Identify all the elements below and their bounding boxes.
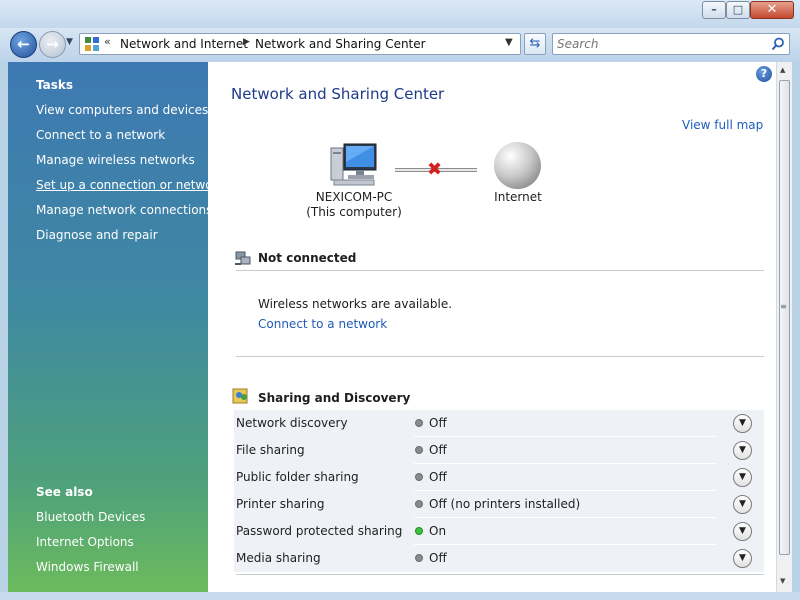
minimize-icon: –	[711, 3, 717, 16]
task-manage-wireless-networks[interactable]: Manage wireless networks	[36, 153, 195, 167]
status-off-icon	[415, 473, 423, 481]
table-row: Network discovery Off ▼	[234, 410, 764, 437]
task-pane: Tasks View computers and devices Connect…	[8, 62, 224, 592]
scroll-grip-icon: ≡	[780, 302, 787, 311]
sharing-settings-table: Network discovery Off ▼ File sharing Off…	[234, 410, 764, 572]
task-connect-to-a-network[interactable]: Connect to a network	[36, 128, 165, 142]
maximize-icon: □	[732, 3, 744, 16]
breadcrumb-network-and-internet[interactable]: Network and Internet	[120, 37, 248, 51]
expand-password-protected-sharing-button[interactable]: ▼	[733, 522, 752, 541]
sharing-icon	[232, 388, 248, 404]
control-panel-icon	[85, 37, 99, 51]
table-row: Printer sharing Off (no printers install…	[234, 491, 764, 518]
expand-media-sharing-button[interactable]: ▼	[733, 549, 752, 568]
status-on-icon	[415, 527, 423, 535]
page-title: Network and Sharing Center	[231, 85, 445, 103]
internet-label: Internet	[494, 190, 542, 204]
window-bottom-edge	[0, 592, 800, 600]
expand-public-folder-sharing-button[interactable]: ▼	[733, 468, 752, 487]
computer-icon	[330, 143, 377, 186]
divider	[236, 270, 764, 271]
connection-status-title: Not connected	[258, 251, 357, 265]
this-computer-label: NEXICOM-PC (This computer)	[298, 190, 410, 220]
setting-status: On	[429, 524, 447, 538]
setting-name: Network discovery	[236, 416, 348, 430]
breadcrumb-network-and-sharing-center[interactable]: Network and Sharing Center	[255, 37, 426, 51]
search-input[interactable]	[557, 36, 757, 52]
internet-globe-icon	[494, 142, 541, 189]
expand-network-discovery-button[interactable]: ▼	[733, 414, 752, 433]
table-row: Media sharing Off ▼	[234, 545, 764, 572]
forward-arrow-icon: →	[46, 35, 59, 53]
search-icon[interactable]	[771, 37, 785, 51]
task-manage-network-connections[interactable]: Manage network connections	[36, 203, 212, 217]
address-overflow-icon[interactable]: «	[104, 35, 111, 48]
address-dropdown-icon[interactable]: ▼	[505, 37, 513, 48]
expand-file-sharing-button[interactable]: ▼	[733, 441, 752, 460]
status-off-icon	[415, 554, 423, 562]
setting-status: Off	[429, 416, 447, 430]
task-view-computers-and-devices[interactable]: View computers and devices	[36, 103, 208, 117]
scroll-up-icon[interactable]: ▲	[780, 66, 785, 74]
setting-status: Off (no printers installed)	[429, 497, 581, 511]
wireless-available-text: Wireless networks are available.	[258, 297, 453, 311]
status-off-icon	[415, 446, 423, 454]
see-also-bluetooth-devices[interactable]: Bluetooth Devices	[36, 510, 145, 524]
status-off-icon	[415, 419, 423, 427]
status-off-icon	[415, 500, 423, 508]
view-full-map-link[interactable]: View full map	[682, 118, 763, 132]
scroll-down-icon[interactable]: ▼	[780, 577, 785, 585]
setting-name: Password protected sharing	[236, 524, 403, 538]
close-icon: ✕	[766, 2, 778, 17]
task-set-up-a-connection[interactable]: Set up a connection or network	[36, 178, 224, 192]
see-also-header: See also	[36, 485, 93, 499]
connect-to-network-link[interactable]: Connect to a network	[258, 317, 387, 331]
scrollbar-thumb[interactable]	[779, 80, 790, 555]
forward-button[interactable]: →	[39, 31, 66, 58]
divider	[236, 574, 764, 575]
table-row: File sharing Off ▼	[234, 437, 764, 464]
maximize-button[interactable]: □	[726, 1, 750, 19]
divider	[236, 356, 764, 357]
see-also-internet-options[interactable]: Internet Options	[36, 535, 134, 549]
title-bar: – □ ✕	[0, 0, 800, 28]
expand-printer-sharing-button[interactable]: ▼	[733, 495, 752, 514]
network-status-icon	[235, 251, 251, 265]
close-button[interactable]: ✕	[750, 1, 794, 19]
disconnected-x-icon[interactable]: ✖	[427, 159, 442, 180]
search-box[interactable]	[552, 33, 790, 55]
table-row: Public folder sharing Off ▼	[234, 464, 764, 491]
recent-pages-dropdown[interactable]: ▼	[66, 37, 76, 51]
setting-name: Media sharing	[236, 551, 321, 565]
back-arrow-icon: ←	[17, 35, 30, 53]
address-bar[interactable]: « Network and Internet ▶ Network and Sha…	[79, 33, 521, 55]
computer-name: NEXICOM-PC	[315, 190, 393, 204]
setting-name: Printer sharing	[236, 497, 325, 511]
breadcrumb-separator-icon: ▶	[243, 37, 250, 47]
setting-status: Off	[429, 470, 447, 484]
table-row: Password protected sharing On ▼	[234, 518, 764, 545]
setting-status: Off	[429, 551, 447, 565]
tasks-header: Tasks	[36, 78, 74, 92]
setting-name: File sharing	[236, 443, 305, 457]
setting-status: Off	[429, 443, 447, 457]
sharing-and-discovery-title: Sharing and Discovery	[258, 391, 411, 405]
navigation-bar: ← → ▼ « Network and Internet ▶ Network a…	[0, 28, 800, 62]
help-button[interactable]: ?	[756, 66, 772, 82]
see-also-windows-firewall[interactable]: Windows Firewall	[36, 560, 139, 574]
vertical-scrollbar[interactable]: ▲ ≡ ▼	[776, 62, 792, 592]
refresh-button[interactable]: ⇆	[524, 33, 546, 55]
back-button[interactable]: ←	[10, 31, 37, 58]
task-diagnose-and-repair[interactable]: Diagnose and repair	[36, 228, 158, 242]
computer-subtitle: (This computer)	[306, 205, 402, 219]
minimize-button[interactable]: –	[702, 1, 726, 19]
main-content: ? Network and Sharing Center View full m…	[208, 62, 776, 592]
setting-name: Public folder sharing	[236, 470, 359, 484]
